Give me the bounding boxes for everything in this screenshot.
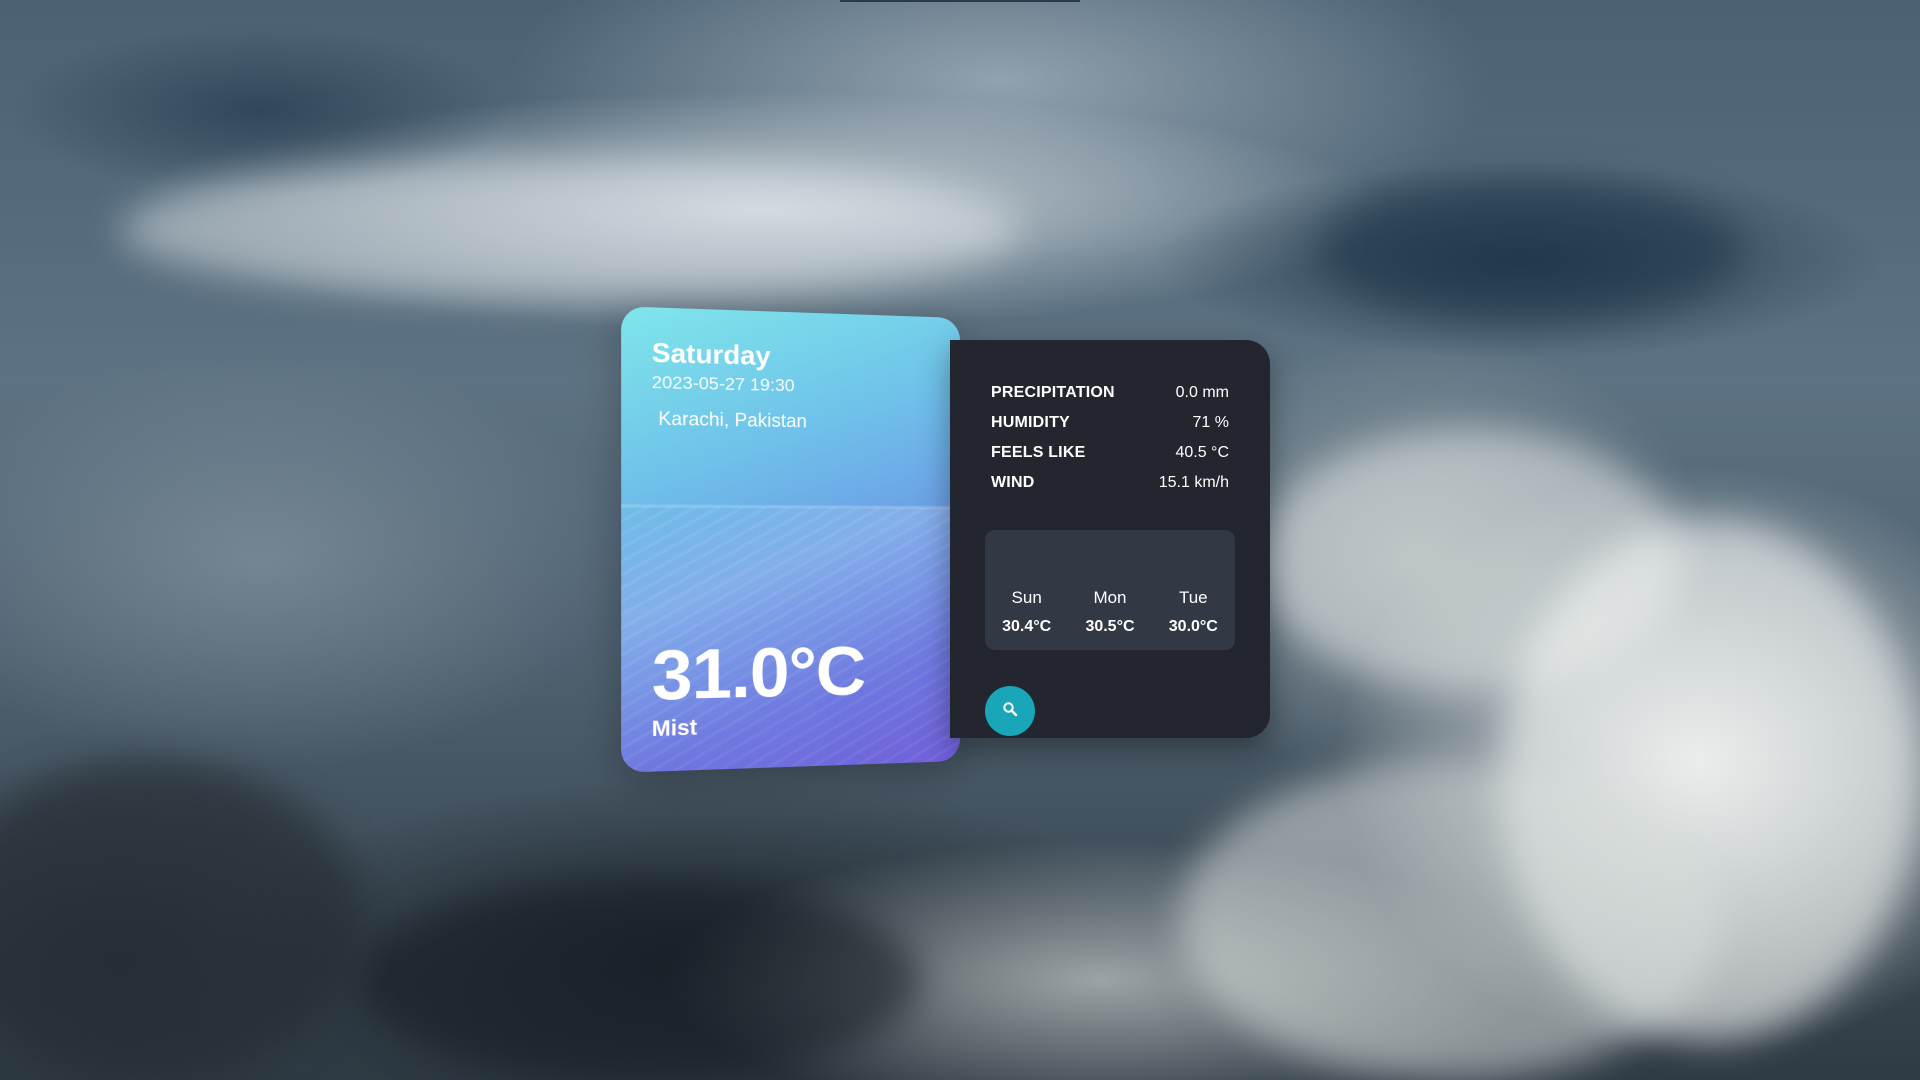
search-button[interactable] [985,686,1035,736]
stat-value: 71 % [1192,414,1229,431]
cloud-shape [0,760,360,1080]
cloud-shape [360,880,920,1080]
forecast-day: Tue [1178,588,1208,607]
forecast-list: Sun 30.4°C Mon 30.5°C Tue 30.0°C [985,530,1235,650]
cloud-shape [1320,180,1740,320]
location-label: Karachi, Pakistan [658,408,807,432]
day-name: Saturday [651,336,771,372]
search-icon [1002,701,1018,722]
weather-stats: PRECIPITATION 0.0 mm HUMIDITY 71 % FEELS… [991,378,1229,498]
forecast-day: Sun [1011,588,1042,607]
current-temperature: 31.0°C [651,632,866,716]
forecast-item-tue[interactable]: Tue 30.0°C [1153,588,1233,636]
stat-row-humidity: HUMIDITY 71 % [991,408,1229,438]
top-edge-bar [840,0,1080,2]
forecast-temp: 30.4°C [1002,618,1052,635]
cloud-shape [120,160,1020,300]
stat-label: FEELS LIKE [991,444,1086,461]
stat-label: WIND [991,474,1035,491]
current-weather-card: Saturday 2023-05-27 19:30 Karachi, Pakis… [621,306,960,773]
stat-value: 15.1 km/h [1158,474,1229,491]
weather-description: Mist [651,715,698,742]
stat-value: 40.5 °C [1175,444,1229,461]
current-weather-content: Saturday 2023-05-27 19:30 Karachi, Pakis… [621,306,960,772]
forecast-temp: 30.5°C [1085,618,1135,635]
cloud-shape [1180,760,1720,1080]
forecast-item-sun[interactable]: Sun 30.4°C [987,588,1067,636]
stat-row-feels-like: FEELS LIKE 40.5 °C [991,438,1229,468]
forecast-temp: 30.0°C [1168,618,1218,635]
forecast-item-mon[interactable]: Mon 30.5°C [1070,588,1150,636]
date-time: 2023-05-27 19:30 [651,372,795,396]
temperature-block: 31.0°C Mist [651,632,866,742]
stat-row-wind: WIND 15.1 km/h [991,468,1229,498]
stat-label: HUMIDITY [991,414,1070,431]
stat-value: 0.0 mm [1175,384,1229,401]
forecast-day: Mon [1093,588,1127,607]
stat-row-precipitation: PRECIPITATION 0.0 mm [991,378,1229,408]
weather-details-panel: PRECIPITATION 0.0 mm HUMIDITY 71 % FEELS… [950,340,1270,738]
stat-label: PRECIPITATION [991,384,1115,401]
